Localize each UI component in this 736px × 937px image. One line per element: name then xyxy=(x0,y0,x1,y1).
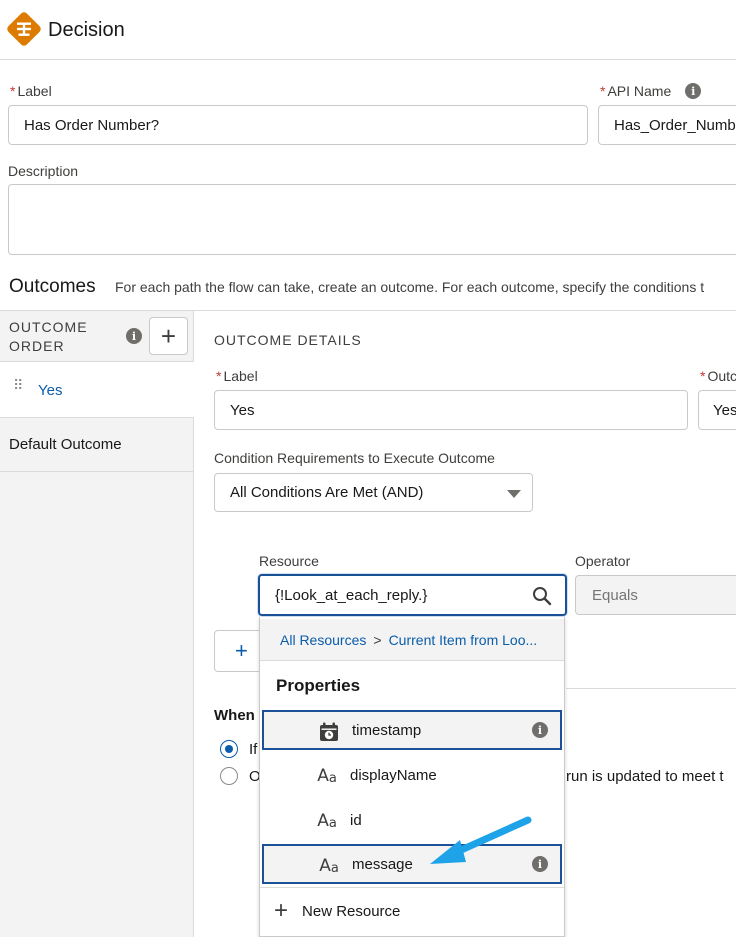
radio-condition-met-label: If xyxy=(249,741,258,758)
outcome-api-name-input[interactable]: Yes xyxy=(698,390,736,430)
text-icon: Aa xyxy=(319,856,339,876)
add-condition-button[interactable]: + xyxy=(214,630,264,672)
sidebar-item-label[interactable]: Yes xyxy=(38,382,62,399)
when-to-execute-label: When xyxy=(214,707,255,724)
outcome-label-label: * Label xyxy=(216,368,258,384)
info-icon[interactable]: i xyxy=(532,722,548,738)
text-icon: Aa xyxy=(317,811,337,831)
sidebar-item-default-outcome[interactable]: Default Outcome xyxy=(9,436,122,453)
search-icon[interactable] xyxy=(532,586,552,606)
item-label: timestamp xyxy=(352,721,422,739)
divider xyxy=(260,887,564,888)
label-input[interactable]: Has Order Number? xyxy=(8,105,588,145)
outcomes-description: For each path the flow can take, create … xyxy=(115,279,705,295)
api-name-input[interactable]: Has_Order_Numb xyxy=(598,105,736,145)
label-field-label: * Label xyxy=(10,83,52,99)
item-label: displayName xyxy=(350,766,437,784)
text-icon: Aa xyxy=(317,766,337,786)
sidebar-item-yes[interactable] xyxy=(0,362,194,417)
annotation-arrow-icon xyxy=(430,816,532,864)
outcome-order-header: OUTCOME ORDER xyxy=(9,319,88,354)
resource-picker-dropdown: All Resources > Current Item from Loo...… xyxy=(259,617,565,937)
description-textarea[interactable] xyxy=(8,184,736,255)
properties-heading: Properties xyxy=(276,676,361,695)
outcome-api-name-label: * Outc xyxy=(700,368,736,384)
breadcrumb-all-resources[interactable]: All Resources xyxy=(280,632,366,648)
plus-icon: + xyxy=(160,320,177,351)
decision-icon xyxy=(7,12,41,46)
condition-requirements-select[interactable]: All Conditions Are Met (AND) xyxy=(214,473,533,512)
breadcrumb-separator: > xyxy=(373,631,382,648)
info-icon[interactable]: i xyxy=(126,328,142,344)
description-label: Description xyxy=(8,163,79,179)
outcomes-title: Outcomes xyxy=(9,276,96,297)
page-title: Decision xyxy=(48,19,125,41)
plus-icon: + xyxy=(235,638,248,663)
datetime-icon xyxy=(318,720,340,742)
outcome-details-title: OUTCOME DETAILS xyxy=(214,332,362,348)
operator-select[interactable]: Equals xyxy=(575,575,736,615)
condition-requirements-label: Condition Requirements to Execute Outcom… xyxy=(214,450,495,466)
operator-label: Operator xyxy=(575,553,631,569)
list-item-timestamp[interactable]: timestamp i xyxy=(262,710,562,750)
resource-label: Resource xyxy=(259,553,319,569)
radio-only-if-updated[interactable] xyxy=(220,767,238,785)
add-outcome-button[interactable]: + xyxy=(149,317,188,355)
plus-icon: + xyxy=(274,897,289,924)
info-icon[interactable]: i xyxy=(685,83,702,99)
radio-only-if-updated-label-trailing: run is updated to meet t xyxy=(566,768,724,785)
new-resource-label: New Resource xyxy=(302,902,401,920)
breadcrumb-current-item[interactable]: Current Item from Loo... xyxy=(389,632,538,648)
breadcrumb: All Resources > Current Item from Loo... xyxy=(260,619,564,661)
divider xyxy=(0,417,194,418)
divider xyxy=(0,471,194,472)
list-item-displayname[interactable]: Aa displayName xyxy=(262,755,562,795)
chevron-down-icon xyxy=(507,490,521,498)
radio-condition-met[interactable] xyxy=(220,740,238,758)
drag-handle-icon[interactable]: ⠿ xyxy=(13,378,24,392)
new-resource-button[interactable]: + New Resource xyxy=(274,897,401,924)
divider xyxy=(566,688,736,689)
item-label: id xyxy=(350,811,362,829)
outcome-label-input[interactable]: Yes xyxy=(214,390,688,430)
resource-input[interactable]: {!Look_at_each_reply.} xyxy=(258,574,567,616)
api-name-field-label: * API Name i xyxy=(600,83,702,99)
item-label: message xyxy=(352,855,413,873)
header-divider xyxy=(0,59,736,60)
